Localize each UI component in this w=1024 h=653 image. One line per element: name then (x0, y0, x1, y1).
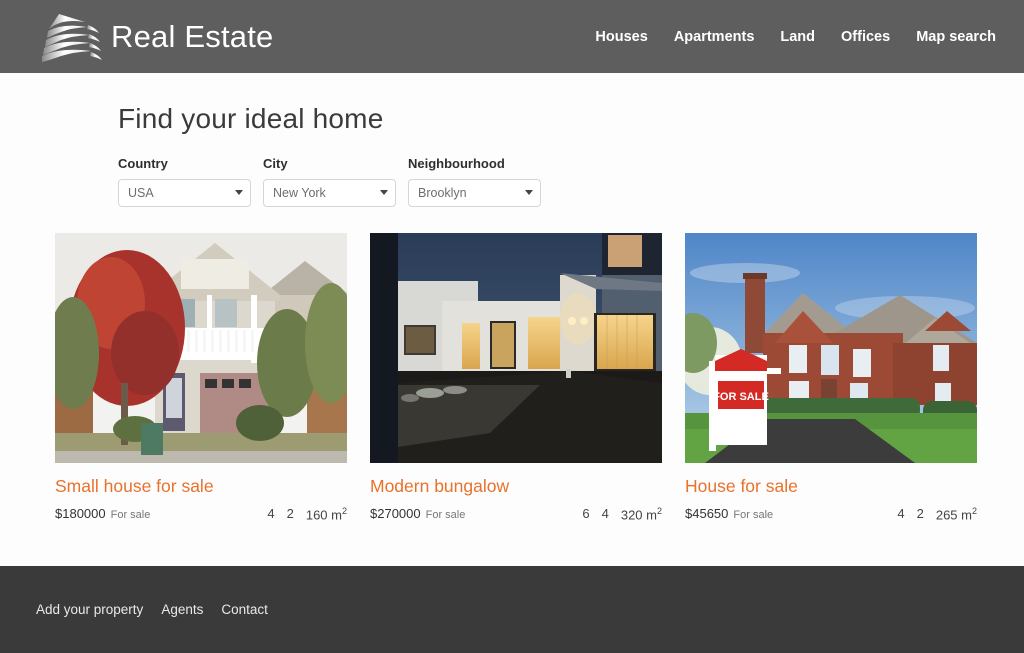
building-logo-icon (33, 9, 103, 65)
footer-link-contact[interactable]: Contact (221, 602, 268, 617)
spec-bedrooms: 6 (582, 506, 590, 521)
listing-price: $180000 (55, 506, 106, 521)
neighbourhood-select-value[interactable]: Brooklyn (408, 179, 541, 207)
nav-item-land[interactable]: Land (780, 29, 815, 45)
nav-item-apartments[interactable]: Apartments (674, 29, 755, 45)
spec-bathrooms: 2 (286, 506, 294, 521)
filter-city: City New York (263, 156, 396, 207)
nav-item-houses[interactable]: Houses (595, 29, 647, 45)
filter-country: Country USA (118, 156, 251, 207)
listing-status: For sale (733, 509, 774, 521)
footer-link-add-your-property[interactable]: Add your property (36, 602, 143, 617)
listing-title[interactable]: House for sale (685, 476, 977, 497)
page-root: Real Estate Houses Apartments Land Offic… (0, 0, 1024, 653)
listing-price: $270000 (370, 506, 421, 521)
listing-card: Modern bungalow $270000 For sale 6 4 320… (370, 233, 662, 522)
spec-area: 265 m2 (935, 506, 977, 523)
listing-price: $45650 (685, 506, 729, 521)
neighbourhood-select[interactable]: Brooklyn (408, 179, 541, 207)
spec-area: 320 m2 (620, 506, 662, 523)
city-select[interactable]: New York (263, 179, 396, 207)
brand-logo[interactable]: Real Estate (33, 9, 273, 65)
listing-specs: 4 2 160 m2 (267, 506, 347, 522)
nav-item-map-search[interactable]: Map search (916, 29, 996, 45)
site-header: Real Estate Houses Apartments Land Offic… (0, 0, 1024, 73)
listing-card: Small house for sale $180000 For sale 4 … (55, 233, 347, 522)
filter-neighbourhood: Neighbourhood Brooklyn (408, 156, 541, 207)
footer-link-agents[interactable]: Agents (161, 602, 203, 617)
filter-label-neighbourhood: Neighbourhood (408, 156, 505, 171)
page-title: Find your ideal home (118, 103, 384, 134)
listing-grid: Small house for sale $180000 For sale 4 … (0, 207, 1024, 522)
listing-specs: 6 4 320 m2 (582, 506, 662, 522)
country-select-value[interactable]: USA (118, 179, 251, 207)
spec-bathrooms: 2 (916, 506, 924, 521)
listing-photo-modern-bungalow[interactable] (370, 233, 662, 463)
spec-bathrooms: 4 (601, 506, 609, 521)
listing-status: For sale (110, 509, 151, 521)
spec-bedrooms: 4 (897, 506, 905, 521)
nav-item-offices[interactable]: Offices (841, 29, 890, 45)
main-navigation: Houses Apartments Land Offices Map searc… (595, 0, 996, 73)
listing-photo-house-for-sale[interactable]: FOR SALE (685, 233, 977, 463)
filter-label-city: City (263, 156, 288, 171)
country-select[interactable]: USA (118, 179, 251, 207)
search-filters: Country USA City New York Neighbourhood … (0, 135, 1024, 207)
main-content: Find your ideal home Country USA City Ne… (0, 73, 1024, 523)
listing-meta: $45650 For sale 4 2 265 m2 (685, 506, 977, 522)
listing-photo-small-house[interactable] (55, 233, 347, 463)
listing-card: FOR SALE House for sale $45650 For sale … (685, 233, 977, 522)
brand-name: Real Estate (111, 18, 274, 54)
listing-title[interactable]: Modern bungalow (370, 476, 662, 497)
site-footer: Add your property Agents Contact (0, 566, 1024, 653)
listing-meta: $180000 For sale 4 2 160 m2 (55, 506, 347, 522)
svg-text:FOR SALE: FOR SALE (713, 391, 769, 403)
city-select-value[interactable]: New York (263, 179, 396, 207)
listing-meta: $270000 For sale 6 4 320 m2 (370, 506, 662, 522)
listing-title[interactable]: Small house for sale (55, 476, 347, 497)
spec-bedrooms: 4 (267, 506, 275, 521)
listing-status: For sale (425, 509, 466, 521)
listing-specs: 4 2 265 m2 (897, 506, 977, 522)
spec-area: 160 m2 (305, 506, 347, 523)
filter-label-country: Country (118, 156, 168, 171)
footer-links: Add your property Agents Contact (36, 602, 268, 617)
